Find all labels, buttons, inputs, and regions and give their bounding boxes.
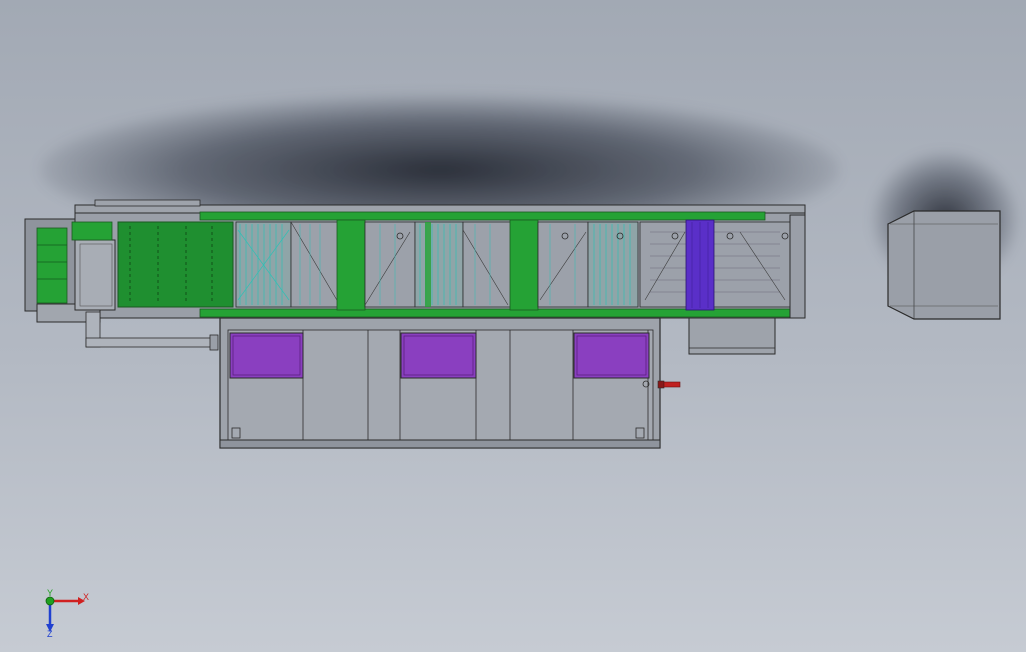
x-axis-label: X [83, 592, 89, 602]
axis-triad: X Y Z [45, 588, 89, 639]
zone-2 [290, 221, 342, 308]
outfeed-tank [688, 317, 776, 355]
machine-model[interactable]: X Y Z [0, 0, 1026, 652]
outfeed-end [789, 214, 806, 319]
mesh-zone-2 [414, 221, 464, 308]
mesh-zone-1 [235, 221, 292, 308]
z-axis-label: Z [47, 629, 53, 639]
y-axis-dot [45, 596, 55, 606]
green-divider-1 [336, 219, 366, 311]
green-divider-2 [509, 219, 539, 311]
rear-rail [94, 199, 201, 207]
door-window-1[interactable] [229, 332, 304, 379]
mesh-zone-3 [587, 221, 639, 308]
side-unit[interactable] [887, 210, 1001, 320]
door-window-3[interactable] [573, 332, 650, 379]
drive-box [74, 239, 116, 311]
infeed-belt [36, 227, 68, 304]
y-axis-label: Y [47, 588, 53, 598]
door-window-2[interactable] [400, 332, 477, 379]
green-belt-2 [117, 221, 234, 308]
cad-viewport[interactable]: X Y Z [0, 0, 1026, 652]
conveyor-assembly[interactable] [24, 199, 806, 323]
zone-4 [462, 221, 514, 308]
zone-5 [537, 221, 589, 308]
rack-section [639, 221, 791, 308]
zone-3 [364, 221, 416, 308]
green-belt-1 [71, 221, 113, 241]
green-top-band [199, 211, 766, 221]
